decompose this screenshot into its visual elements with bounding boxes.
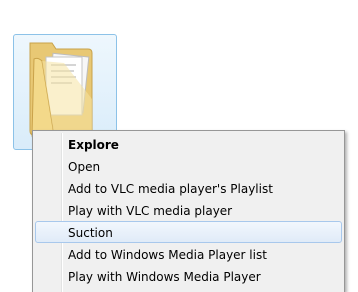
menu-item-open[interactable]: Open <box>35 155 342 177</box>
menu-item-suction[interactable]: Suction <box>35 221 342 243</box>
menu-item-play-with-vlc[interactable]: Play with VLC media player <box>35 199 342 221</box>
menu-item-add-to-vlc-playlist[interactable]: Add to VLC media player's Playlist <box>35 177 342 199</box>
menu-item-play-with-wmp[interactable]: Play with Windows Media Player <box>35 265 342 287</box>
desktop-area: Explore Open Add to VLC media player's P… <box>0 0 358 292</box>
menu-item-explore[interactable]: Explore <box>35 133 342 155</box>
menu-item-add-to-wmp-list[interactable]: Add to Windows Media Player list <box>35 243 342 265</box>
context-menu: Explore Open Add to VLC media player's P… <box>32 130 345 292</box>
